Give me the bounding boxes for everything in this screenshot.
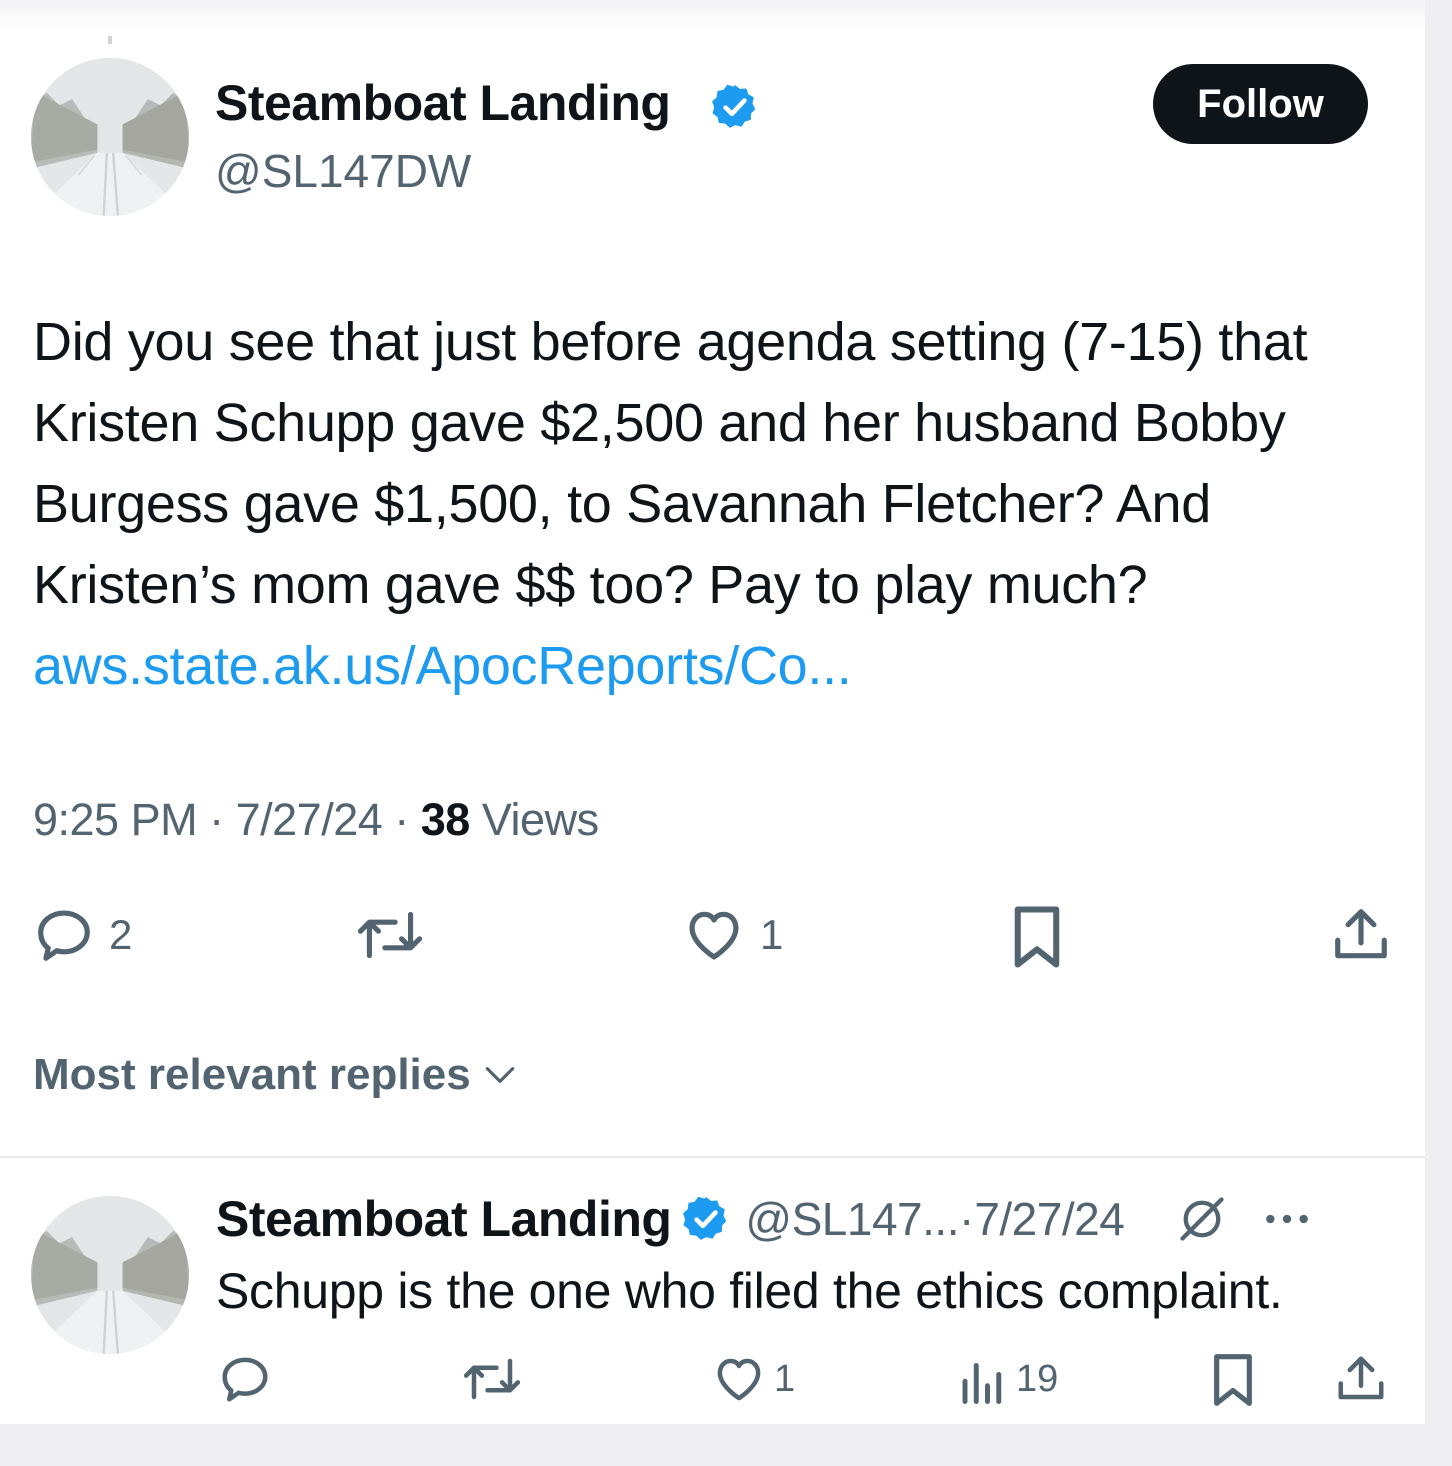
share-icon xyxy=(1338,1356,1384,1400)
reply-like-count: 1 xyxy=(774,1357,796,1400)
reply-icon xyxy=(222,1357,268,1402)
divider xyxy=(0,1156,1425,1158)
share-button[interactable] xyxy=(1330,904,1392,966)
reply-reply-button[interactable] xyxy=(218,1352,272,1406)
reply-share-button[interactable] xyxy=(1334,1352,1388,1406)
repost-icon xyxy=(357,911,423,959)
author-name[interactable]: Steamboat Landing xyxy=(215,74,671,132)
more-icon[interactable] xyxy=(1262,1209,1312,1229)
reply-avatar[interactable] xyxy=(31,1196,189,1354)
tweet-text: Did you see that just before agenda sett… xyxy=(33,302,1413,707)
replies-sort-label: Most relevant replies xyxy=(33,1050,471,1099)
like-button[interactable]: 1 xyxy=(682,904,783,966)
chevron-down-icon xyxy=(485,1067,514,1083)
tweet-card: Steamboat Landing @SL147DW Follow Did yo… xyxy=(0,0,1425,1424)
reply-header: Steamboat Landing @SL147... · 7/27/24 xyxy=(216,1190,1312,1248)
meta-separator: · xyxy=(958,1193,975,1245)
bookmark-icon xyxy=(1214,1354,1252,1406)
like-icon xyxy=(689,911,739,960)
reply-author-name[interactable]: Steamboat Landing xyxy=(216,1190,672,1248)
tweet-time[interactable]: 9:25 PM xyxy=(33,794,198,845)
reply-count: 2 xyxy=(109,911,133,958)
reply-text: Schupp is the one who filed the ethics c… xyxy=(216,1263,1283,1319)
reply-bookmark-button[interactable] xyxy=(1208,1352,1258,1408)
tweet-link[interactable]: aws.state.ak.us/ApocReports/Co... xyxy=(33,636,852,696)
reply-icon xyxy=(38,910,90,961)
reply-views-count: 19 xyxy=(1016,1357,1059,1400)
like-icon xyxy=(717,1358,761,1401)
meta-separator: · xyxy=(209,794,236,845)
tweet-meta: 9:25 PM · 7/27/24 · 38 Views xyxy=(33,794,599,846)
reply-button[interactable]: 2 xyxy=(33,904,132,966)
bookmark-button[interactable] xyxy=(1008,904,1066,970)
views-icon xyxy=(962,1363,1002,1404)
follow-button[interactable]: Follow xyxy=(1153,64,1368,144)
repost-icon xyxy=(463,1358,521,1400)
reply-views-button[interactable]: 19 xyxy=(960,1352,1058,1406)
top-fade xyxy=(0,0,1425,30)
verified-badge-icon xyxy=(710,82,760,137)
avatar-image xyxy=(31,58,189,216)
repost-button[interactable] xyxy=(354,904,426,966)
scroll-marker xyxy=(108,36,112,44)
bookmark-icon xyxy=(1014,906,1060,968)
views-label: Views xyxy=(481,794,599,845)
reply-author-handle[interactable]: @SL147... xyxy=(745,1192,959,1246)
tweet-body: Did you see that just before agenda sett… xyxy=(33,312,1308,615)
verified-badge-icon xyxy=(681,1194,731,1244)
replies-sort-dropdown[interactable]: Most relevant replies xyxy=(33,1050,519,1100)
views-count: 38 xyxy=(420,794,471,845)
avatar-image xyxy=(31,1196,189,1354)
reply-like-button[interactable]: 1 xyxy=(712,1352,795,1406)
grok-icon[interactable] xyxy=(1176,1193,1228,1245)
meta-separator: · xyxy=(394,794,421,845)
share-icon xyxy=(1335,909,1387,959)
like-count: 1 xyxy=(760,911,784,958)
tweet-date[interactable]: 7/27/24 xyxy=(236,794,383,845)
author-handle[interactable]: @SL147DW xyxy=(215,144,471,198)
reply-date[interactable]: 7/27/24 xyxy=(974,1192,1124,1246)
avatar[interactable] xyxy=(31,58,189,216)
reply-repost-button[interactable] xyxy=(460,1352,524,1406)
